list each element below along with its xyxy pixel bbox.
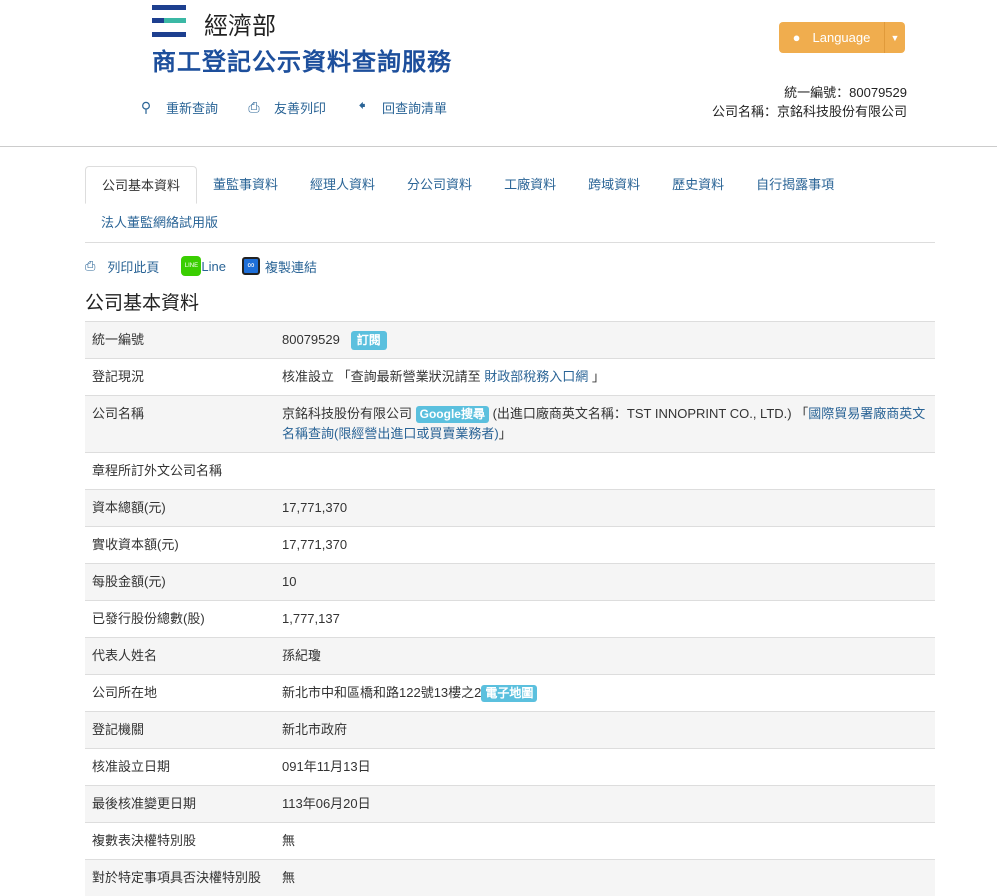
status-value: 核准設立 「查詢最新營業狀況請至 xyxy=(282,369,484,384)
row-label: 實收資本額(元) xyxy=(85,527,275,564)
table-row: 複數表決權特別股無 xyxy=(85,823,935,860)
row-label: 統一編號 xyxy=(85,322,275,359)
table-row: 最後核准變更日期113年06月20日 xyxy=(85,786,935,823)
link-icon: ∞ xyxy=(242,257,260,275)
row-value: 無 xyxy=(275,823,935,860)
print-page-label: 列印此頁 xyxy=(107,257,159,276)
tab-self-disclosure[interactable]: 自行揭露事項 xyxy=(740,166,850,204)
table-row: 對於特定事項具否決權特別股無 xyxy=(85,860,935,896)
table-row: 公司名稱京銘科技股份有限公司 Google搜尋 (出進口廠商英文名稱：TST I… xyxy=(85,396,935,453)
line-icon: LINE xyxy=(181,256,201,276)
table-row: 公司所在地新北市中和區橋和路122號13樓之2電子地圖 xyxy=(85,675,935,712)
table-row: 每股金額(元)10 xyxy=(85,564,935,601)
row-label: 章程所訂外文公司名稱 xyxy=(85,453,275,490)
tab-branches[interactable]: 分公司資料 xyxy=(391,166,488,204)
tab-history[interactable]: 歷史資料 xyxy=(656,166,740,204)
ministry-logo xyxy=(152,5,186,37)
table-row: 已發行股份總數(股)1,777,137 xyxy=(85,601,935,638)
service-title[interactable]: 商工登記公示資料查詢服務 xyxy=(152,42,452,77)
table-row: 核准設立日期091年11月13日 xyxy=(85,749,935,786)
line-share-button[interactable]: LINELine xyxy=(181,256,226,276)
tab-basic-info[interactable]: 公司基本資料 xyxy=(85,166,197,204)
print-friendly-label: 友善列印 xyxy=(274,98,326,117)
row-value: 1,777,137 xyxy=(275,601,935,638)
arrow-left-icon: 🠸 xyxy=(354,95,370,119)
row-value: 10 xyxy=(275,564,935,601)
tab-managers[interactable]: 經理人資料 xyxy=(294,166,391,204)
print-page-button[interactable]: ⎙ 列印此頁 xyxy=(85,257,159,276)
table-row: 章程所訂外文公司名稱 xyxy=(85,453,935,490)
address-value: 新北市中和區橋和路122號13樓之2 xyxy=(282,685,481,700)
bracket-end: 」 xyxy=(499,426,512,441)
row-label: 登記現況 xyxy=(85,359,275,396)
tab-factories[interactable]: 工廠資料 xyxy=(488,166,572,204)
copy-link-button[interactable]: ∞ 複製連結 xyxy=(242,257,317,276)
table-row: 資本總額(元)17,771,370 xyxy=(85,490,935,527)
back-to-list-label: 回查詢清單 xyxy=(382,98,447,117)
new-search-label: 重新查詢 xyxy=(166,98,218,117)
tab-corporate-network[interactable]: 法人董監網絡試用版 xyxy=(85,204,234,242)
row-value: 孫紀瓊 xyxy=(275,638,935,675)
print-icon: ⎙ xyxy=(246,99,262,116)
map-button[interactable]: 電子地圖 xyxy=(481,685,537,702)
tab-directors[interactable]: 董監事資料 xyxy=(197,166,294,204)
table-row: 登記現況核准設立 「查詢最新營業狀況請至 財政部稅務入口網 」 xyxy=(85,359,935,396)
company-name-value: 京銘科技股份有限公司 xyxy=(282,406,416,421)
ban-info: 統一編號：80079529 xyxy=(712,83,907,102)
tab-cross-domain[interactable]: 跨域資料 xyxy=(572,166,656,204)
line-label: Line xyxy=(201,259,226,274)
row-label: 核准設立日期 xyxy=(85,749,275,786)
print-icon: ⎙ xyxy=(85,258,95,274)
row-value xyxy=(275,453,935,490)
row-label: 複數表決權特別股 xyxy=(85,823,275,860)
table-row: 代表人姓名孫紀瓊 xyxy=(85,638,935,675)
row-value: 無 xyxy=(275,860,935,896)
row-value: 091年11月13日 xyxy=(275,749,935,786)
section-title: 公司基本資料 xyxy=(85,288,199,315)
row-value: 17,771,370 xyxy=(275,527,935,564)
globe-icon: ● xyxy=(793,30,801,45)
row-value: 113年06月20日 xyxy=(275,786,935,823)
row-label: 資本總額(元) xyxy=(85,490,275,527)
site-header: 經濟部 商工登記公示資料查詢服務 ⚲ 重新查詢 ⎙ 友善列印 🠸 回查詢清單 ● Lan… xyxy=(0,0,997,147)
google-search-button[interactable]: Google搜尋 xyxy=(416,406,489,423)
search-icon: ⚲ xyxy=(138,99,154,116)
print-friendly-link[interactable]: ⎙ 友善列印 xyxy=(246,95,326,119)
tab-bar: 公司基本資料 董監事資料 經理人資料 分公司資料 工廠資料 跨域資料 歷史資料 … xyxy=(85,166,935,243)
row-label: 最後核准變更日期 xyxy=(85,786,275,823)
new-search-link[interactable]: ⚲ 重新查詢 xyxy=(138,95,218,119)
table-row: 實收資本額(元)17,771,370 xyxy=(85,527,935,564)
row-label: 登記機關 xyxy=(85,712,275,749)
subscribe-button[interactable]: 訂閱 xyxy=(351,331,387,350)
row-value: 新北市政府 xyxy=(275,712,935,749)
status-suffix: 」 xyxy=(588,369,605,384)
row-value: 17,771,370 xyxy=(275,490,935,527)
ministry-name: 經濟部 xyxy=(204,6,276,41)
caret-down-icon[interactable]: ▼ xyxy=(885,33,905,43)
language-dropdown[interactable]: ● Language ▼ xyxy=(779,22,905,53)
row-label: 代表人姓名 xyxy=(85,638,275,675)
row-label: 已發行股份總數(股) xyxy=(85,601,275,638)
row-label: 每股金額(元) xyxy=(85,564,275,601)
language-label: Language xyxy=(813,30,871,45)
tax-portal-link[interactable]: 財政部稅務入口網 xyxy=(484,369,588,384)
english-name-text: (出進口廠商英文名稱：TST INNOPRINT CO., LTD.) 「 xyxy=(489,406,808,421)
company-name-info: 公司名稱：京銘科技股份有限公司 xyxy=(712,102,907,121)
row-label: 公司所在地 xyxy=(85,675,275,712)
row-label: 對於特定事項具否決權特別股 xyxy=(85,860,275,896)
table-row: 登記機關新北市政府 xyxy=(85,712,935,749)
copy-link-label: 複製連結 xyxy=(265,257,317,276)
back-to-list-link[interactable]: 🠸 回查詢清單 xyxy=(354,95,447,119)
ban-value: 80079529 xyxy=(282,332,340,347)
table-row: 統一編號 80079529 訂閱 xyxy=(85,322,935,359)
row-label: 公司名稱 xyxy=(85,396,275,453)
basic-info-table: 統一編號 80079529 訂閱 登記現況核准設立 「查詢最新營業狀況請至 財政部… xyxy=(85,321,935,896)
